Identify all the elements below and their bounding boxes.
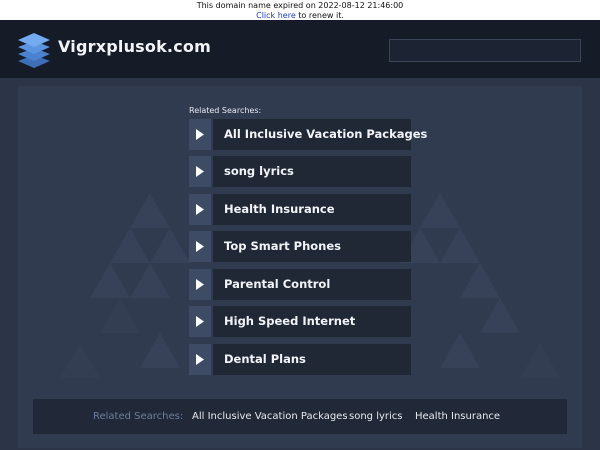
search-input[interactable] [389,39,581,62]
link-label: Top Smart Phones [224,239,341,253]
play-arrow-icon [196,204,204,215]
related-link-6[interactable]: Dental Plans [189,344,411,375]
link-label: Health Insurance [224,202,335,216]
play-arrow-icon [196,241,204,252]
related-link-1[interactable]: song lyrics [189,156,411,187]
arrow-box [189,119,211,150]
expired-notice-text: This domain name expired on 2022-08-12 2… [196,1,404,10]
link-label: Dental Plans [224,352,306,366]
footer-link-2[interactable]: Health Insurance [415,411,500,422]
renew-suffix: to renew it. [295,11,344,20]
arrow-box [189,194,211,225]
link-label-box: Top Smart Phones [213,231,411,262]
arrow-box [189,269,211,300]
arrow-box [189,156,211,187]
stacked-layers-icon [18,33,50,68]
play-arrow-icon [196,354,204,365]
link-label-box: All Inclusive Vacation Packages [213,119,427,150]
play-arrow-icon [196,279,204,290]
site-header: Vigrxplusok.com [0,20,600,78]
related-link-4[interactable]: Parental Control [189,269,411,300]
link-label: song lyrics [224,164,294,178]
related-link-0[interactable]: All Inclusive Vacation Packages [189,119,427,150]
renew-link[interactable]: Click here [256,11,296,20]
arrow-box [189,306,211,337]
arrow-box [189,231,211,262]
footer-link-0[interactable]: All Inclusive Vacation Packages [192,411,348,422]
link-label-box: song lyrics [213,156,411,187]
link-label: Parental Control [224,277,331,291]
expired-notice-bar: This domain name expired on 2022-08-12 2… [0,0,600,20]
play-arrow-icon [196,166,204,177]
footer-link-1[interactable]: song lyrics [349,411,403,422]
play-arrow-icon [196,129,204,140]
link-label-box: High Speed Internet [213,306,411,337]
link-label-box: Health Insurance [213,194,411,225]
related-link-5[interactable]: High Speed Internet [189,306,411,337]
arrow-box [189,344,211,375]
related-link-2[interactable]: Health Insurance [189,194,411,225]
play-arrow-icon [196,316,204,327]
link-label: All Inclusive Vacation Packages [224,127,428,141]
link-label: High Speed Internet [224,314,356,328]
related-link-3[interactable]: Top Smart Phones [189,231,411,262]
footer-related-label: Related Searches: [93,411,184,422]
related-searches-label: Related Searches: [189,106,262,115]
link-label-box: Parental Control [213,269,411,300]
link-label-box: Dental Plans [213,344,411,375]
site-title: Vigrxplusok.com [58,37,211,56]
